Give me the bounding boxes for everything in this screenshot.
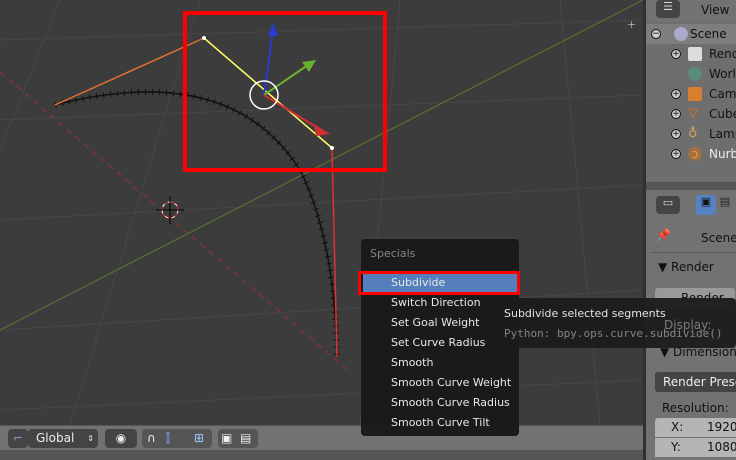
control-polygon-segment: [331, 147, 338, 358]
outliner-item-camera[interactable]: + Camera: [646, 84, 736, 104]
menu-item-smooth-curve-weight[interactable]: Smooth Curve Weight: [361, 373, 519, 393]
editor-type-icon[interactable]: ☰: [656, 0, 680, 18]
outliner-scrollbar[interactable]: [646, 182, 736, 190]
item-label: Cube: [709, 107, 736, 121]
item-label: Scene: [690, 27, 727, 41]
editor-type-icon[interactable]: ▭: [656, 196, 680, 214]
world-icon: [688, 67, 702, 81]
pin-icon[interactable]: 📌: [656, 228, 671, 242]
render-tab-icon[interactable]: ▣: [696, 195, 716, 215]
render-presets-menu[interactable]: Render Presets: [655, 372, 736, 392]
pivot-icon[interactable]: ⌐: [8, 429, 28, 448]
outliner-item-lamp[interactable]: + ♁ Lamp: [646, 124, 736, 144]
menu-item-smooth-curve-radius[interactable]: Smooth Curve Radius: [361, 393, 519, 413]
expand-icon[interactable]: +: [671, 49, 681, 59]
transform-orientation-select[interactable]: Global ⇕: [28, 429, 98, 448]
highlight-selection-box: [183, 11, 387, 172]
scene-icon: [674, 27, 688, 41]
orientation-value: Global: [36, 431, 75, 445]
render-layers-icon: [688, 47, 702, 61]
outliner-header: ☰ View: [646, 0, 736, 22]
snap-target-icon[interactable]: ⊞: [194, 429, 204, 448]
field-label: X:: [671, 420, 684, 434]
outliner-item-cube[interactable]: + ▽ Cube: [646, 104, 736, 124]
item-label: Lamp: [709, 127, 736, 141]
outliner-item-render[interactable]: + Render: [646, 44, 736, 64]
resolution-label: Resolution:: [662, 401, 729, 415]
menu-title: Specials: [370, 247, 416, 260]
render-layers-tab-icon[interactable]: ▤: [717, 195, 733, 215]
highlight-subdivide: [358, 271, 520, 295]
outliner-item-scene[interactable]: − Scene: [646, 24, 736, 44]
right-panels: ☰ View − Scene + Render World + Camera + ▽ Cu…: [643, 0, 736, 460]
view-menu[interactable]: View: [701, 3, 729, 17]
field-label: Y:: [671, 440, 681, 454]
outliner-item-nurbs[interactable]: + ↄ Nurbs: [646, 144, 736, 164]
display-label: Display:: [664, 318, 712, 332]
field-value: 1920 px: [707, 420, 736, 434]
expand-icon[interactable]: +: [671, 129, 681, 139]
snap-element-icon[interactable]: ⫿: [166, 429, 170, 448]
timeline-strip: [0, 450, 643, 460]
3d-cursor-icon[interactable]: [156, 196, 184, 224]
plus-icon[interactable]: +: [627, 18, 636, 31]
item-label: Render: [709, 47, 736, 61]
mesh-icon: ▽: [688, 106, 698, 121]
context-scene: Scene: [701, 231, 736, 245]
magnet-icon[interactable]: ∩: [147, 429, 156, 448]
divider: [651, 252, 736, 253]
camera-icon: [688, 87, 702, 101]
field-value: 1080 px: [707, 440, 736, 454]
viewport-header: ⌐ Global ⇕ ◉ ∩ ⫿ ⊞ ▣ ▤: [0, 425, 643, 450]
render-buttons: ▣ ▤: [218, 429, 258, 448]
lamp-icon: ♁: [688, 126, 698, 141]
tooltip-description: Subdivide selected segments: [504, 307, 666, 320]
resolution-y-field[interactable]: Y: 1080 px: [655, 438, 736, 457]
outliner-item-world[interactable]: World: [646, 64, 736, 84]
menu-item-smooth-curve-tilt[interactable]: Smooth Curve Tilt: [361, 413, 519, 433]
menu-item-smooth[interactable]: Smooth: [361, 353, 519, 373]
expand-icon[interactable]: +: [671, 149, 681, 159]
outliner: − Scene + Render World + Camera + ▽ Cube + ♁ La…: [646, 22, 736, 182]
item-label: Camera: [709, 87, 736, 101]
curve-icon: ↄ: [688, 147, 702, 161]
snap-toolbar: ∩ ⫿ ⊞: [142, 429, 212, 448]
updown-icon: ⇕: [87, 434, 94, 443]
render-panel-header[interactable]: ▼ Render: [658, 260, 714, 274]
resolution-x-field[interactable]: X: 1920 px: [655, 418, 736, 437]
render-image-icon[interactable]: ▣: [221, 429, 232, 448]
expand-icon[interactable]: +: [671, 89, 681, 99]
expand-icon[interactable]: +: [671, 109, 681, 119]
panel-title: Render: [671, 260, 714, 274]
item-label: Nurbs: [709, 147, 736, 161]
item-label: World: [709, 67, 736, 81]
collapse-icon[interactable]: −: [651, 29, 661, 39]
proportional-edit-select[interactable]: ◉: [105, 429, 137, 448]
button-label: Render Presets: [663, 375, 736, 389]
render-animation-icon[interactable]: ▤: [240, 429, 251, 448]
